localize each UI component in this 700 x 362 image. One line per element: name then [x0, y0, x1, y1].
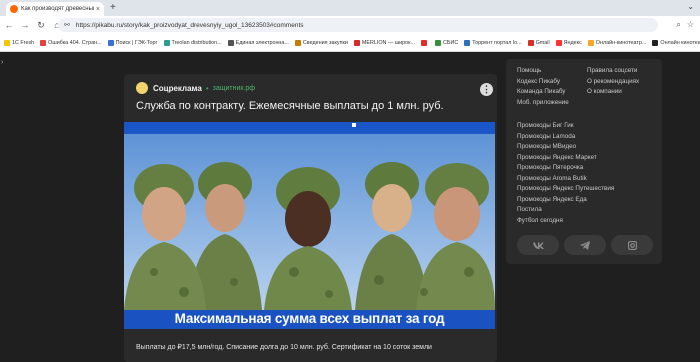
brand-logo-icon	[136, 82, 148, 94]
bookmark-label: 1C Fresh	[12, 39, 35, 46]
bookmark-label: Treolan distribution...	[171, 39, 222, 46]
promo-link[interactable]: Промокоды Яндекс Путешествия	[517, 184, 614, 195]
search-icon[interactable]: ⌕	[676, 18, 680, 32]
odnoklassniki-icon[interactable]	[611, 235, 653, 255]
bookmark-label: Сведения закупки	[302, 39, 348, 46]
promo-link[interactable]: Промокоды Биг Гик	[517, 121, 614, 132]
url-text: https://pikabu.ru/story/kak_proizvodyat_…	[75, 21, 304, 29]
bookmark-favicon-icon	[4, 39, 10, 46]
bookmark-favicon-icon	[107, 39, 114, 46]
bookmark-favicon-icon	[294, 39, 301, 46]
ad-banner: Максимальная сумма всех выплат за год	[124, 310, 495, 329]
bookmark-label: Торрент портал lo...	[472, 39, 522, 46]
bookmark-favicon-icon	[40, 39, 47, 46]
bookmark-favicon-icon	[587, 39, 594, 46]
bookmark-label: MERLION — широк...	[361, 39, 416, 46]
new-tab-button[interactable]: +	[110, 2, 116, 14]
bookmark-star-icon[interactable]: ☆	[687, 18, 694, 32]
sidebar-links-panel: Помощь Кодекс Пикабу Команда Пикабу Моб. пр…	[506, 59, 662, 264]
bookmark-item[interactable]	[421, 39, 429, 46]
vk-icon[interactable]	[517, 235, 559, 255]
promo-link[interactable]: Промокоды Яндекс Маркет	[517, 153, 614, 164]
bookmark-favicon-icon	[435, 39, 442, 46]
bookmark-item[interactable]: Сведения закупки	[294, 39, 348, 46]
sidebar-link[interactable]: Моб. приложение	[517, 98, 569, 109]
sidebar-link[interactable]: Помощь	[517, 66, 569, 77]
ad-post-card: Соцреклама • защитник.рф ⋮ Служба по кон…	[124, 74, 497, 362]
bookmark-favicon-icon	[652, 39, 659, 46]
sidebar-link[interactable]: О компании	[587, 87, 639, 98]
bookmark-item[interactable]: Онлайн-кинотеатр...	[587, 39, 647, 46]
bookmark-item[interactable]: 1C Fresh	[4, 39, 35, 46]
promo-link[interactable]: Промокоды МВидео	[517, 142, 614, 153]
brand-name[interactable]: Соцреклама	[153, 84, 202, 93]
sidebar-link[interactable]: Правила соцсети	[587, 66, 639, 77]
bookmark-favicon-icon	[555, 39, 562, 46]
bookmark-label: Онлайн кинотеат	[660, 39, 700, 46]
promo-link[interactable]: Постила	[517, 205, 614, 216]
bookmark-item[interactable]: Treolan distribution...	[163, 39, 222, 46]
bookmark-item[interactable]: MERLION — широк...	[353, 39, 416, 46]
banner-text: Максимальная сумма всех выплат за год	[174, 311, 445, 326]
sidebar-link[interactable]: Кодекс Пикабу	[517, 77, 569, 88]
bookmark-label: Gmail	[535, 39, 550, 46]
sidebar-column-2: Правила соцсети О рекомендациях О компании	[587, 66, 639, 98]
bookmark-item[interactable]: Яндекс	[555, 39, 582, 46]
tab-active[interactable]: Как производят древесный уг... ×	[6, 2, 104, 16]
bookmark-label: Онлайн-кинотеатр...	[595, 39, 647, 46]
pikabu-favicon-icon	[10, 5, 18, 13]
separator-dot: •	[205, 83, 209, 93]
collapse-arrow-icon[interactable]: ›	[1, 59, 3, 66]
telegram-icon[interactable]	[564, 235, 606, 255]
bookmarks-bar: 1C Fresh Ошибка 404. Стран... Поиск | ГЭК-…	[0, 34, 700, 52]
sidebar-link[interactable]: Команда Пикабу	[517, 87, 569, 98]
bookmark-item[interactable]: Gmail	[527, 39, 550, 46]
brand-link[interactable]: защитник.рф	[213, 85, 255, 92]
bookmark-item[interactable]: Онлайн кинотеат	[652, 39, 700, 46]
bookmark-item[interactable]: Единая электронна...	[227, 39, 289, 46]
bookmark-label: СБИС	[443, 39, 459, 46]
promo-link[interactable]: Футбол сегодня	[517, 216, 614, 227]
bookmark-label: Ошибка 404. Стран...	[48, 39, 102, 46]
social-links	[517, 235, 653, 255]
post-title[interactable]: Служба по контракту. Ежемесячные выплаты…	[136, 100, 444, 112]
tab-title: Как производят древесный уг...	[21, 6, 94, 12]
promo-link[interactable]: Промокоды Lamoda	[517, 132, 614, 143]
browser-tabstrip: Как производят древесный уг... × + ⌄	[0, 0, 700, 16]
bookmark-favicon-icon	[464, 39, 471, 46]
bookmark-item[interactable]: Поиск | ГЭК-Торг	[107, 39, 158, 46]
bookmark-label: Яндекс	[563, 39, 582, 46]
bookmark-item[interactable]: СБИС	[435, 39, 459, 46]
sidebar-link[interactable]: О рекомендациях	[587, 77, 639, 88]
bookmark-item[interactable]: Ошибка 404. Стран...	[40, 39, 102, 46]
tab-search-chevron-icon[interactable]: ⌄	[687, 2, 694, 11]
address-bar[interactable]: ⚯ https://pikabu.ru/story/kak_proizvodya…	[58, 18, 658, 32]
page-content: › Соцреклама • защитник.рф ⋮ Служба по к…	[0, 53, 700, 362]
tab-close-button[interactable]: ×	[96, 6, 100, 13]
sidebar-promos: Промокоды Биг Гик Промокоды Lamoda Промоко…	[517, 121, 614, 226]
promo-link[interactable]: Промокоды Яндекс Еда	[517, 195, 614, 206]
post-description[interactable]: Выплаты до ₽17,5 млн/год. Списание долга…	[136, 343, 432, 351]
bookmark-label: Поиск | ГЭК-Торг	[115, 39, 158, 46]
bookmark-favicon-icon	[527, 39, 534, 46]
browser-toolbar: ← → ↻ ⌂ ⚯ https://pikabu.ru/story/kak_pr…	[0, 16, 700, 34]
sidebar-column-1: Помощь Кодекс Пикабу Команда Пикабу Моб. пр…	[517, 66, 569, 108]
back-arrow-icon[interactable]: ←	[2, 18, 16, 32]
soldiers-illustration	[124, 134, 495, 310]
bookmark-item[interactable]: Торрент портал lo...	[464, 39, 522, 46]
bookmark-favicon-icon	[227, 39, 234, 46]
bookmark-favicon-icon	[353, 39, 360, 46]
post-menu-button[interactable]: ⋮	[480, 83, 493, 96]
reload-icon[interactable]: ↻	[34, 18, 48, 32]
site-info-icon[interactable]: ⚯	[64, 21, 70, 29]
forward-arrow-icon[interactable]: →	[18, 18, 32, 32]
bookmark-favicon-icon	[163, 39, 170, 46]
promo-link[interactable]: Промокоды Пятерочка	[517, 163, 614, 174]
ad-image[interactable]: Максимальная сумма всех выплат за год	[124, 122, 495, 329]
bookmark-favicon-icon	[421, 39, 428, 46]
bookmark-label: Единая электронна...	[235, 39, 289, 46]
promo-link[interactable]: Промокоды Aroma Butik	[517, 174, 614, 185]
